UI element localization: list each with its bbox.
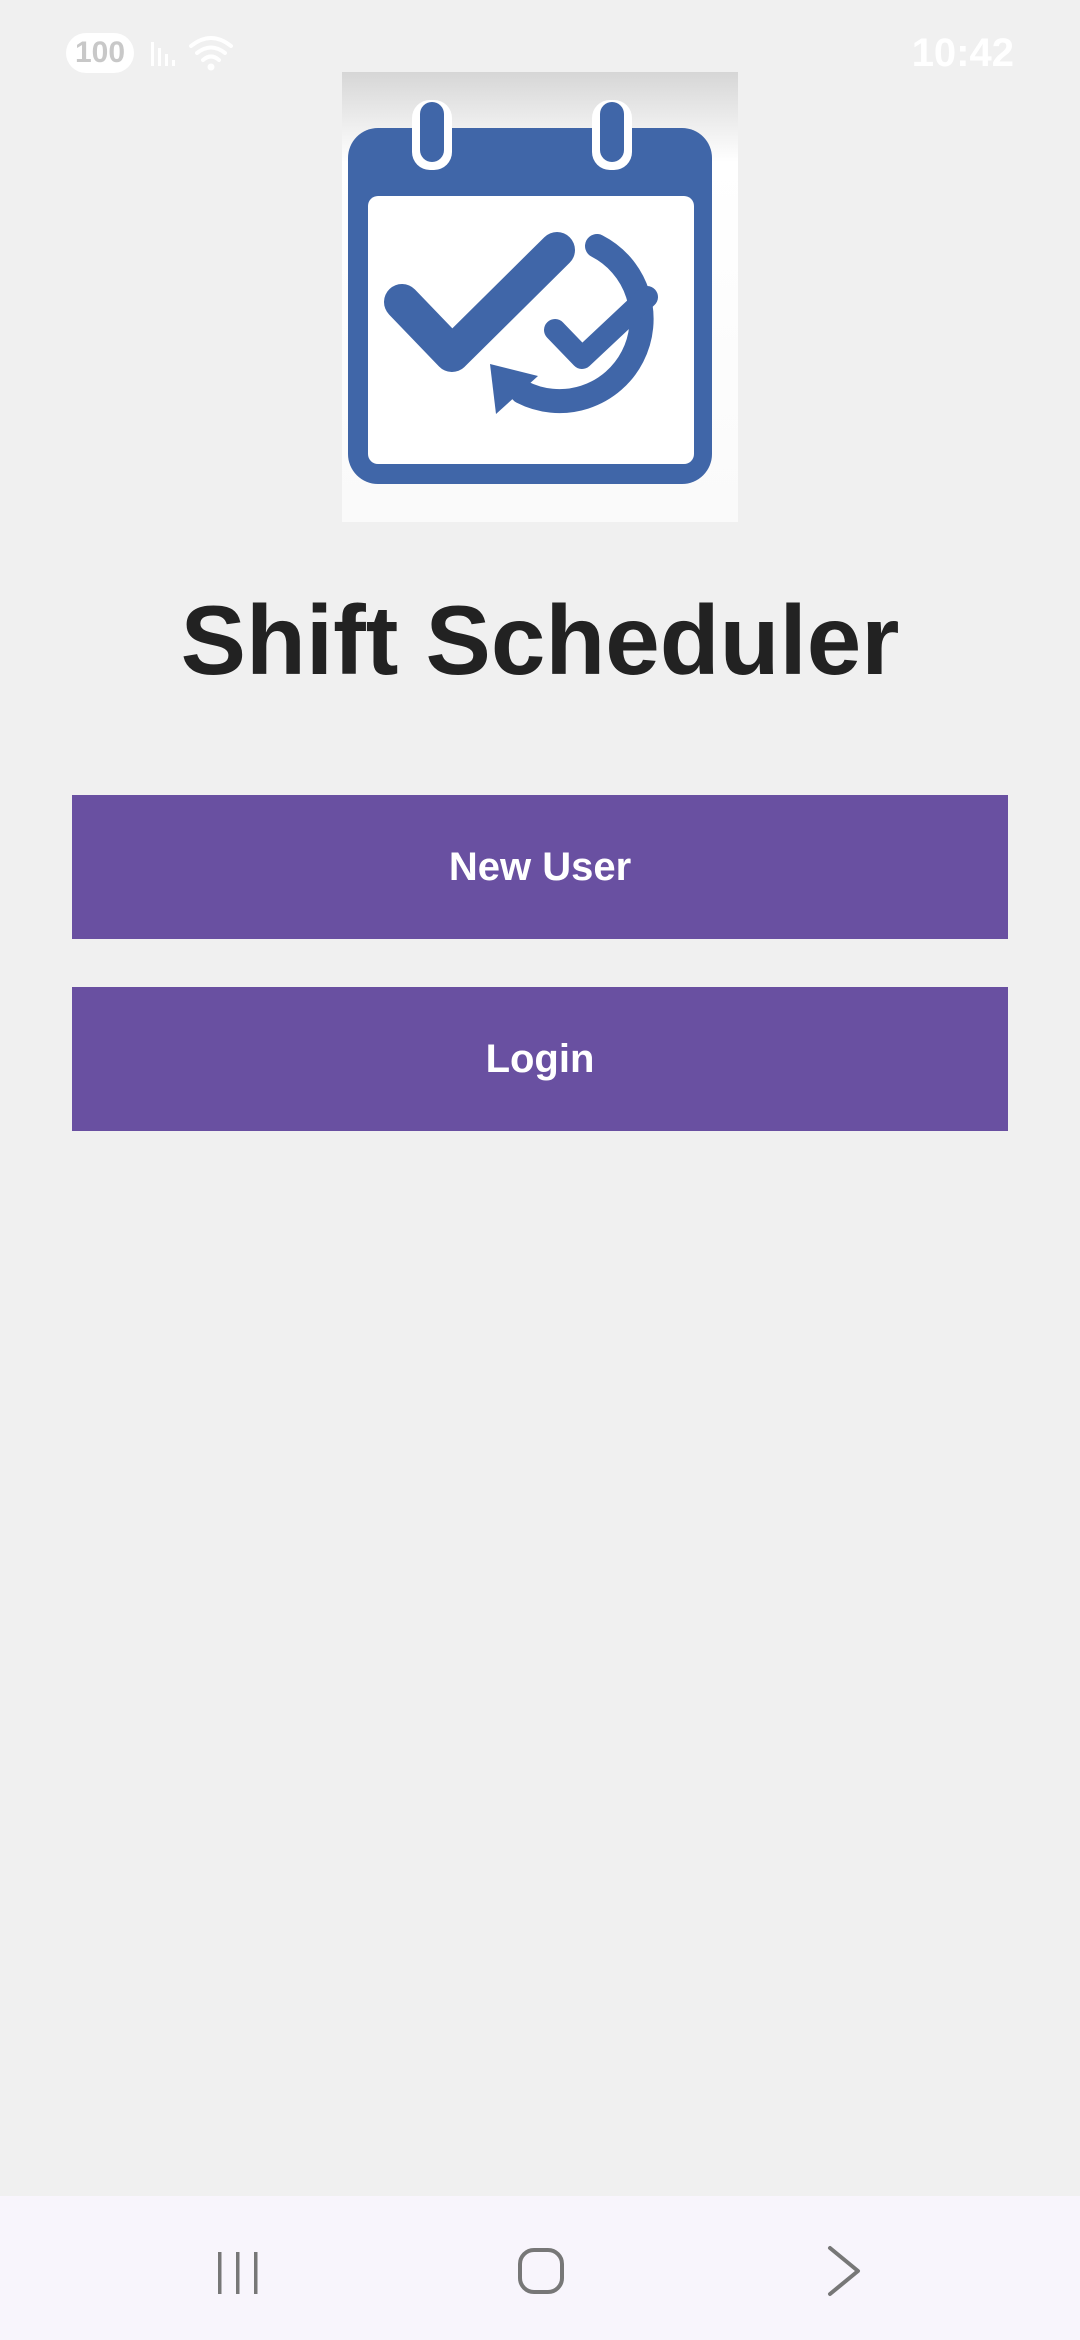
new-user-button[interactable]: New User: [72, 795, 1008, 939]
app-title: Shift Scheduler: [180, 585, 900, 695]
signal-icon: [151, 42, 175, 66]
status-clock: 10:42: [911, 31, 1014, 75]
calendar-check-refresh-icon: [342, 72, 738, 522]
home-icon[interactable]: [516, 2246, 566, 2296]
back-icon[interactable]: [822, 2244, 866, 2298]
login-button[interactable]: Login: [72, 987, 1008, 1131]
navigation-bar: [0, 2196, 1080, 2340]
battery-indicator: 100: [66, 33, 134, 73]
wifi-icon: [189, 36, 233, 71]
recents-icon[interactable]: [214, 2248, 262, 2296]
